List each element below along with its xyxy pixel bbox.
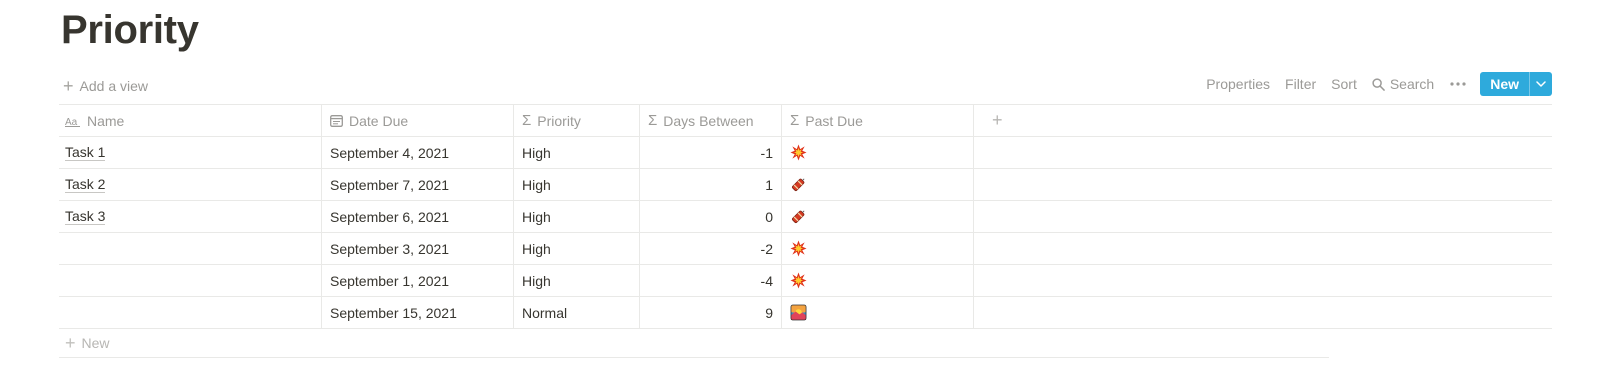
table-header-row: Aa Name Date Due Σ Priority Σ Days Betwe… <box>59 105 1552 137</box>
name-cell[interactable]: Task 3 <box>59 201 322 232</box>
column-header-label: Date Due <box>349 112 409 129</box>
properties-button[interactable]: Properties <box>1206 76 1270 92</box>
past-due-cell[interactable] <box>782 297 974 328</box>
text-property-icon: Aa <box>65 117 80 127</box>
priority-cell[interactable]: High <box>514 233 640 264</box>
empty-cell[interactable] <box>974 297 1552 328</box>
collision-emoji-icon <box>790 144 807 161</box>
empty-cell[interactable] <box>974 137 1552 168</box>
plus-icon: + <box>63 76 74 96</box>
empty-cell[interactable] <box>974 169 1552 200</box>
days-between-cell[interactable]: 1 <box>640 169 782 200</box>
toolbar-actions: Properties Filter Sort Search New <box>1191 72 1552 96</box>
name-cell[interactable] <box>59 265 322 296</box>
column-header-label: Days Between <box>663 112 754 129</box>
column-header-days-between[interactable]: Σ Days Between <box>640 105 782 136</box>
priority-cell[interactable]: Normal <box>514 297 640 328</box>
filter-button[interactable]: Filter <box>1285 76 1316 92</box>
column-header-label: Name <box>87 112 125 129</box>
priority-cell[interactable]: High <box>514 169 640 200</box>
new-row-label: New <box>81 334 110 351</box>
date-due-cell[interactable]: September 6, 2021 <box>322 201 514 232</box>
view-toolbar: + Add a view Properties Filter Sort Sear… <box>59 72 1552 104</box>
chevron-down-icon <box>1536 81 1546 87</box>
row-name[interactable]: Task 3 <box>65 208 106 225</box>
column-header-date-due[interactable]: Date Due <box>322 105 514 136</box>
add-new-row-button[interactable]: + New <box>59 328 1329 358</box>
days-between-cell[interactable]: -2 <box>640 233 782 264</box>
days-between-cell[interactable]: 9 <box>640 297 782 328</box>
column-header-priority[interactable]: Σ Priority <box>514 105 640 136</box>
empty-cell[interactable] <box>974 201 1552 232</box>
table-row[interactable]: Task 3 September 6, 2021 High 0 <box>59 201 1552 233</box>
table-row[interactable]: Task 1 September 4, 2021 High -1 <box>59 137 1552 169</box>
search-button[interactable]: Search <box>1372 76 1434 92</box>
new-button-group: New <box>1480 72 1552 96</box>
add-view-button[interactable]: + Add a view <box>63 74 148 98</box>
new-button[interactable]: New <box>1480 72 1529 96</box>
sunrise-picture-emoji-icon <box>790 304 807 321</box>
more-options-button[interactable] <box>1450 82 1466 86</box>
priority-cell[interactable]: High <box>514 265 640 296</box>
column-header-past-due[interactable]: Σ Past Due <box>782 105 974 136</box>
sigma-formula-icon: Σ <box>648 112 658 129</box>
ellipsis-icon <box>1450 82 1466 86</box>
sigma-formula-icon: Σ <box>790 112 800 129</box>
sort-button[interactable]: Sort <box>1331 76 1357 92</box>
column-header-label: Priority <box>537 112 581 129</box>
collision-emoji-icon <box>790 240 807 257</box>
name-cell[interactable] <box>59 297 322 328</box>
firecracker-emoji-icon <box>792 178 805 191</box>
database-table: Aa Name Date Due Σ Priority Σ Days Betwe… <box>59 104 1552 329</box>
date-due-cell[interactable]: September 1, 2021 <box>322 265 514 296</box>
date-due-cell[interactable]: September 3, 2021 <box>322 233 514 264</box>
priority-cell[interactable]: High <box>514 201 640 232</box>
firecracker-emoji-icon <box>792 210 805 223</box>
days-between-cell[interactable]: -4 <box>640 265 782 296</box>
past-due-cell[interactable] <box>782 265 974 296</box>
date-due-cell[interactable]: September 4, 2021 <box>322 137 514 168</box>
name-cell[interactable]: Task 1 <box>59 137 322 168</box>
table-row[interactable]: Task 2 September 7, 2021 High 1 <box>59 169 1552 201</box>
table-row[interactable]: September 15, 2021 Normal 9 <box>59 297 1552 329</box>
past-due-cell[interactable] <box>782 137 974 168</box>
past-due-cell[interactable] <box>782 201 974 232</box>
plus-icon: + <box>992 110 1003 130</box>
column-header-label: Past Due <box>805 112 863 129</box>
plus-icon: + <box>65 332 76 353</box>
search-icon <box>1372 77 1385 91</box>
search-label: Search <box>1389 76 1435 92</box>
priority-cell[interactable]: High <box>514 137 640 168</box>
add-view-label: Add a view <box>79 78 148 94</box>
date-due-cell[interactable]: September 7, 2021 <box>322 169 514 200</box>
days-between-cell[interactable]: -1 <box>640 137 782 168</box>
column-header-name[interactable]: Aa Name <box>59 105 322 136</box>
past-due-cell[interactable] <box>782 233 974 264</box>
row-name[interactable]: Task 2 <box>65 176 106 193</box>
table-row[interactable]: September 1, 2021 High -4 <box>59 265 1552 297</box>
days-between-cell[interactable]: 0 <box>640 201 782 232</box>
add-property-button[interactable]: + <box>974 105 1552 136</box>
page-title[interactable]: Priority <box>61 8 199 53</box>
name-cell[interactable] <box>59 233 322 264</box>
sigma-formula-icon: Σ <box>522 112 532 129</box>
table-row[interactable]: September 3, 2021 High -2 <box>59 233 1552 265</box>
date-due-cell[interactable]: September 15, 2021 <box>322 297 514 328</box>
empty-cell[interactable] <box>974 265 1552 296</box>
name-cell[interactable]: Task 2 <box>59 169 322 200</box>
calendar-icon <box>330 115 343 127</box>
past-due-cell[interactable] <box>782 169 974 200</box>
row-name[interactable]: Task 1 <box>65 144 106 161</box>
collision-emoji-icon <box>790 272 807 289</box>
empty-cell[interactable] <box>974 233 1552 264</box>
new-options-dropdown[interactable] <box>1529 72 1552 96</box>
svg-text:Aa: Aa <box>65 117 78 127</box>
